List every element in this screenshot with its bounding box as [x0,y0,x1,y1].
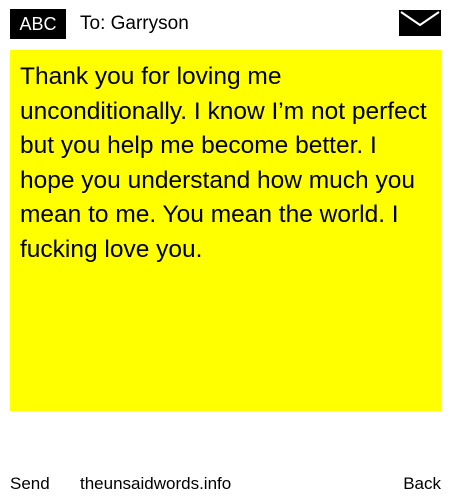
input-mode-badge[interactable]: ABC [10,9,66,39]
recipient-field[interactable]: To: Garryson [80,9,189,39]
send-button[interactable]: Send [10,470,50,498]
back-button[interactable]: Back [403,470,441,498]
site-link[interactable]: theunsaidwords.info [80,470,231,498]
message-body-area[interactable]: Thank you for loving me unconditionally.… [10,50,441,411]
message-text[interactable]: Thank you for loving me unconditionally.… [20,60,429,267]
envelope-icon [399,10,441,36]
softkey-bar: Send theunsaidwords.info Back [0,470,450,498]
message-header: ABC To: Garryson [0,0,450,48]
